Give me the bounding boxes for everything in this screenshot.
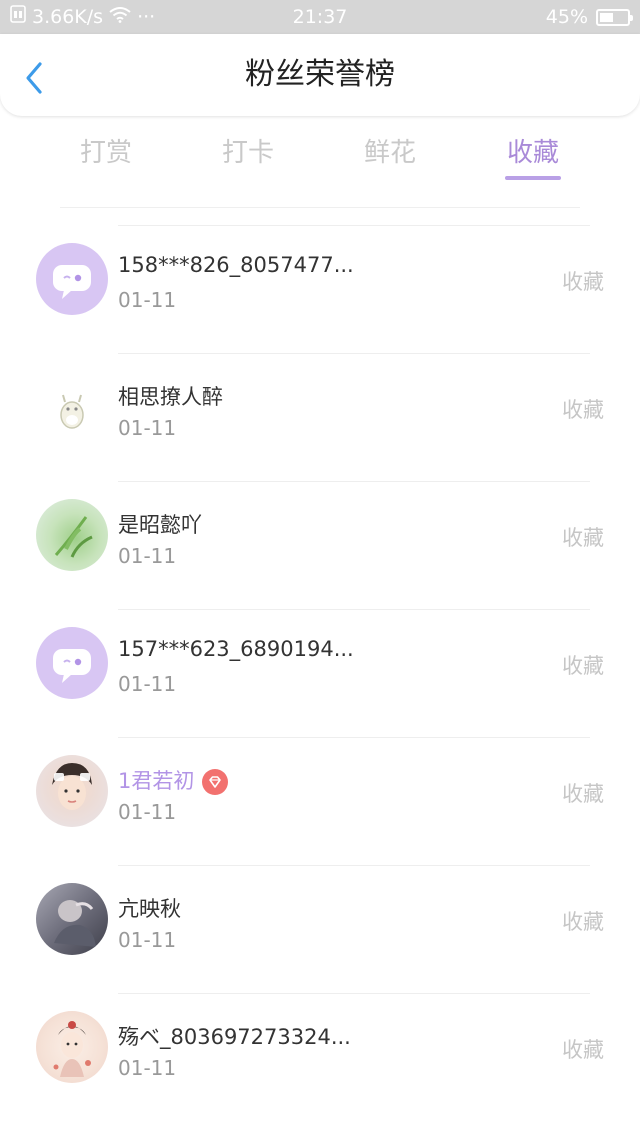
costume-photo-icon	[53, 1021, 91, 1077]
date: 01-11	[118, 672, 177, 696]
user-name-text: 1君若初	[118, 769, 195, 793]
action-label: 收藏	[562, 398, 604, 422]
tab-label: 打赏	[79, 138, 132, 168]
list-item[interactable]: 相思撩人醉 01-11 收藏	[0, 353, 640, 481]
status-bar: 3.66K/s ··· 21:37 45%	[0, 0, 640, 34]
avatar[interactable]	[36, 1011, 108, 1083]
divider	[118, 865, 590, 866]
tab-label: 鲜花	[363, 138, 416, 168]
tab-label: 收藏	[506, 138, 559, 168]
divider	[118, 353, 590, 354]
active-tab-indicator	[505, 176, 561, 180]
list-item[interactable]: 1君若初 01-11 收藏	[0, 737, 640, 865]
tab-label: 打卡	[221, 138, 274, 168]
battery-icon	[596, 8, 633, 26]
diamond-icon	[202, 769, 229, 795]
divider	[118, 993, 590, 994]
list-item[interactable]: 殇ベ_803697273324... 01-11 收藏	[0, 993, 640, 1121]
divider	[118, 737, 590, 738]
user-name: 158***826_8057477...	[118, 253, 354, 277]
list-item[interactable]: 亢映秋 01-11 收藏	[0, 865, 640, 993]
user-name: 相思撩人醉	[118, 385, 223, 409]
date: 01-11	[118, 544, 177, 568]
list-item[interactable]: 是昭懿吖 01-11 收藏	[0, 481, 640, 609]
date: 01-11	[118, 928, 177, 952]
user-name: 亢映秋	[118, 897, 181, 921]
date: 01-11	[118, 800, 177, 824]
tab-flowers[interactable]: 鲜花	[330, 130, 450, 180]
person-photo-icon	[52, 763, 92, 810]
divider	[60, 207, 580, 208]
date: 01-11	[118, 288, 177, 312]
action-label: 收藏	[562, 910, 604, 934]
action-label: 收藏	[562, 654, 604, 678]
avatar[interactable]	[36, 499, 108, 571]
date: 01-11	[118, 416, 177, 440]
page-title: 粉丝荣誉榜	[245, 57, 395, 92]
action-label: 收藏	[562, 526, 604, 550]
list-item[interactable]: 158***826_8057477... 01-11 收藏	[0, 225, 640, 353]
divider	[118, 225, 590, 226]
user-name: 殇ベ_803697273324...	[118, 1025, 351, 1049]
divider	[118, 481, 590, 482]
battery-percent: 45%	[545, 6, 588, 28]
clock: 21:37	[292, 6, 348, 28]
person-photo-icon	[54, 900, 96, 947]
user-name: 是昭懿吖	[118, 513, 202, 537]
avatar[interactable]	[36, 883, 108, 955]
tab-checkin[interactable]: 打卡	[188, 130, 308, 180]
navigation-bar: 粉丝荣誉榜	[0, 34, 640, 116]
divider	[118, 609, 590, 610]
list-item[interactable]: 157***623_6890194... 01-11 收藏	[0, 609, 640, 737]
avatar[interactable]	[36, 755, 108, 827]
action-label: 收藏	[562, 1038, 604, 1062]
avatar[interactable]	[36, 371, 108, 443]
avatar[interactable]	[36, 627, 108, 699]
chat-bubble-icon	[53, 649, 91, 683]
date: 01-11	[118, 1056, 177, 1080]
tab-bar: 打赏 打卡 鲜花 收藏	[0, 130, 640, 190]
action-label: 收藏	[562, 270, 604, 294]
user-name: 1君若初	[118, 765, 229, 795]
user-name: 157***623_6890194...	[118, 637, 354, 661]
totoro-icon	[60, 394, 84, 429]
action-label: 收藏	[562, 782, 604, 806]
plant-photo-icon	[54, 516, 93, 558]
tab-reward[interactable]: 打赏	[46, 130, 166, 180]
fan-list: 158***826_8057477... 01-11 收藏 相思撩人醉 01-1…	[0, 225, 640, 1121]
chat-bubble-icon	[53, 265, 91, 299]
avatar[interactable]	[36, 243, 108, 315]
tab-favorites[interactable]: 收藏	[473, 130, 593, 180]
